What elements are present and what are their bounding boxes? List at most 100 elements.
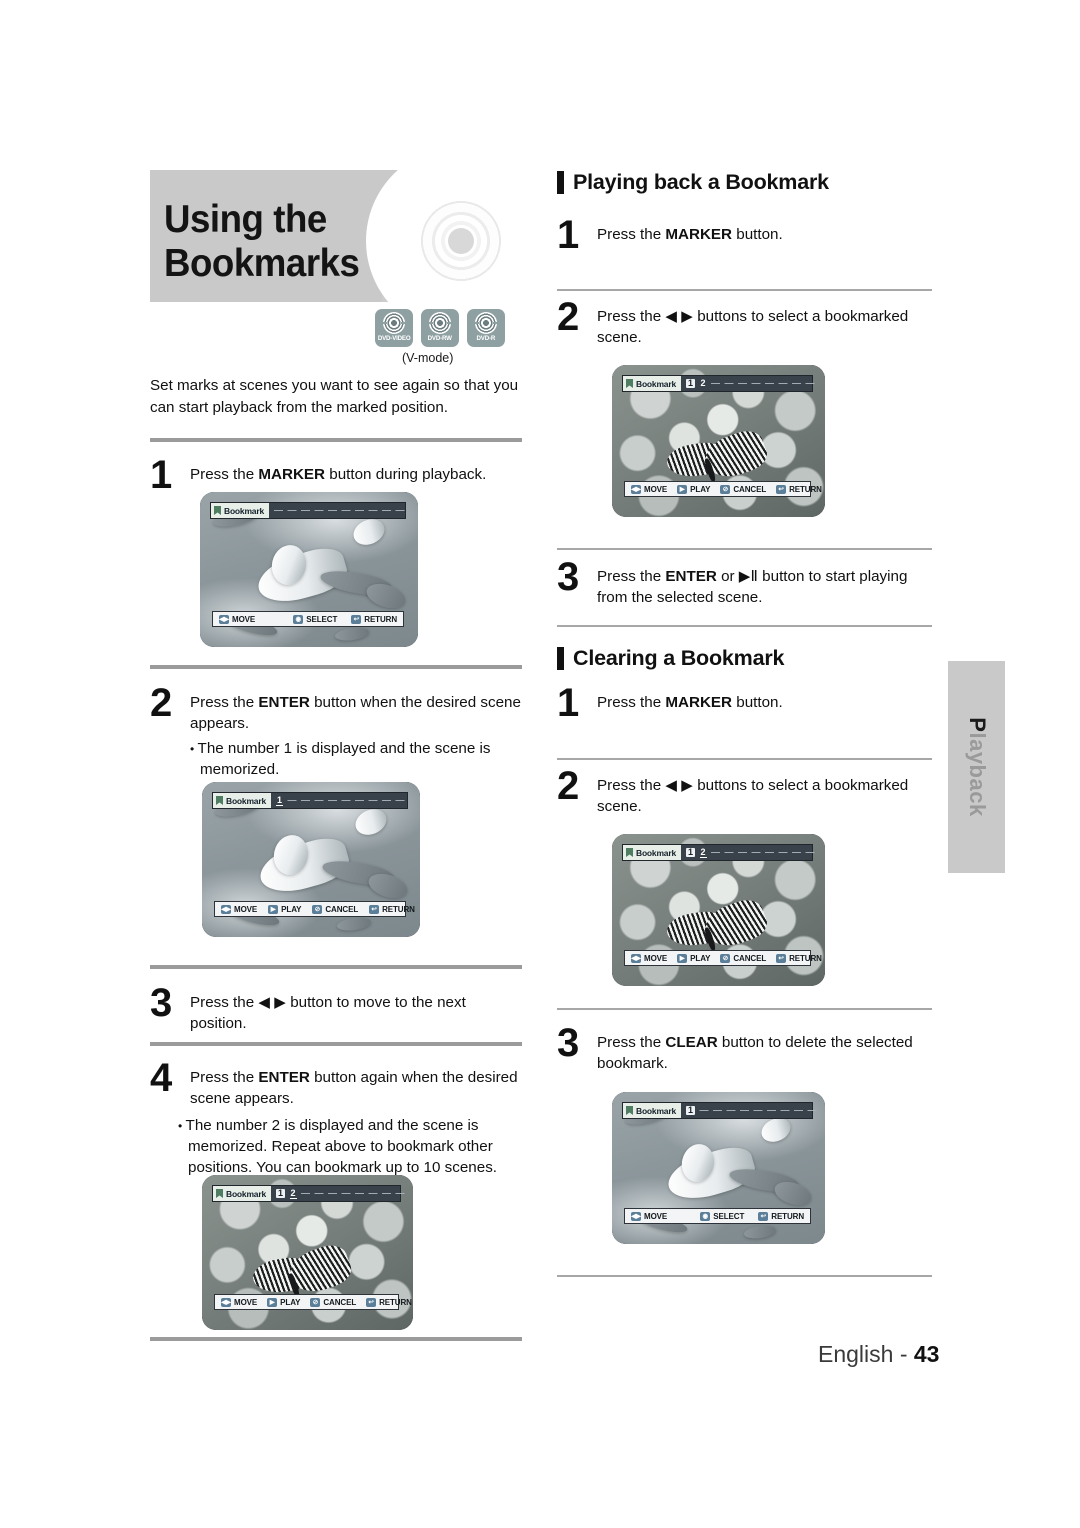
step-text: Press the ◀ ▶ buttons to select a bookma…	[597, 775, 932, 818]
right-s1-step-1: 1 Press the MARKER button.	[557, 215, 932, 255]
osd-screenshot-left-2: Bookmark 1 — — — — — — — — — ◀▶ MOVE ▶ P…	[202, 782, 420, 937]
select-icon: ◉	[700, 1211, 711, 1221]
return-icon: ↩	[369, 904, 380, 914]
step-text-emphasis: MARKER	[258, 466, 326, 483]
osd-slot: —	[314, 505, 324, 515]
return-icon: ↩	[351, 614, 362, 624]
osd-button-select[interactable]: ◉ SELECT	[700, 1211, 744, 1221]
osd-button-play[interactable]: ▶ PLAY	[267, 1297, 301, 1307]
disc-ring-icon	[383, 312, 405, 334]
osd-button-label: RETURN	[771, 1211, 804, 1221]
osd-slot: —	[794, 1105, 803, 1115]
osd-bookmark-slots: 1 — — — — — — — — —	[271, 793, 404, 808]
osd-slot: —	[354, 795, 364, 805]
osd-button-label: PLAY	[281, 904, 302, 914]
osd-bookmark-slots: 1 2 — — — — — — — —	[681, 376, 815, 391]
arrow-buttons-icon: ◀ ▶	[258, 994, 286, 1011]
manual-page: Playback Using the Bookmarks DVD-VIDEO D…	[0, 0, 1080, 1528]
osd-button-move[interactable]: ◀▶ MOVE	[219, 614, 255, 624]
step-number: 3	[557, 1021, 580, 1065]
osd-slot-selected: 1	[275, 1188, 285, 1198]
osd-button-select[interactable]: ◉ SELECT	[293, 614, 337, 624]
osd-slot: —	[301, 1188, 310, 1198]
osd-slot-selected: 1	[685, 1105, 695, 1115]
osd-slot: —	[765, 847, 774, 857]
move-icon: ◀▶	[219, 614, 229, 624]
osd-button-label: MOVE	[644, 484, 668, 494]
osd-button-return[interactable]: ↩ RETURN	[776, 484, 822, 494]
osd-button-bar: ◀▶ MOVE ◉ SELECT ↩ RETURN	[212, 611, 404, 627]
osd-slot: —	[738, 378, 747, 388]
osd-button-move[interactable]: ◀▶ MOVE	[631, 953, 667, 963]
step-text-part: button.	[732, 694, 783, 711]
arrow-buttons-icon: ◀ ▶	[665, 308, 693, 325]
osd-slot: —	[354, 505, 364, 515]
disc-logo-label: DVD-R	[476, 335, 496, 342]
cancel-icon: ⊘	[720, 484, 731, 494]
osd-button-move[interactable]: ◀▶ MOVE	[631, 484, 668, 494]
step-text-part: Press the	[597, 308, 666, 325]
step-bullet: • The number 2 is displayed and the scen…	[178, 1115, 522, 1179]
osd-button-label: PLAY	[690, 484, 711, 494]
osd-button-return[interactable]: ↩ RETURN	[776, 953, 822, 963]
osd-button-play[interactable]: ▶ PLAY	[677, 953, 710, 963]
osd-bookmark-tag: Bookmark	[211, 503, 269, 518]
osd-button-cancel[interactable]: ⊘ CANCEL	[312, 904, 359, 914]
osd-bookmark-slots: — — — — — — — — — —	[269, 503, 405, 518]
right-s2-step-2: 2 Press the ◀ ▶ buttons to select a book…	[557, 766, 932, 818]
osd-button-return[interactable]: ↩ RETURN	[758, 1211, 804, 1221]
bookmark-icon	[216, 796, 223, 805]
left-step-4: 4 Press the ENTER button again when the …	[150, 1058, 522, 1179]
side-tab-label: Playback	[964, 717, 990, 816]
step-number: 2	[557, 295, 580, 339]
osd-button-cancel[interactable]: ⊘ CANCEL	[720, 953, 766, 963]
osd-button-return[interactable]: ↩ RETURN	[351, 614, 397, 624]
osd-button-label: PLAY	[280, 1297, 301, 1307]
osd-button-label: RETURN	[379, 1297, 412, 1307]
return-icon: ↩	[776, 484, 787, 494]
step-bullet: • The number 1 is displayed and the scen…	[190, 738, 522, 781]
osd-button-label: CANCEL	[323, 1297, 357, 1307]
osd-button-cancel[interactable]: ⊘ CANCEL	[720, 484, 766, 494]
osd-button-bar: ◀▶ MOVE ▶ PLAY ⊘ CANCEL ↩ RETURN	[624, 481, 822, 497]
osd-screenshot-right-3: Bookmark 1 — — — — — — — — — ◀▶ MOVE ◉ S…	[612, 1092, 825, 1244]
step-text-part: Press the	[597, 226, 666, 243]
osd-slot: —	[738, 847, 747, 857]
osd-screenshot-right-1: Bookmark 1 2 — — — — — — — — ◀▶ MOVE ▶ P…	[612, 365, 825, 517]
osd-button-move[interactable]: ◀▶ MOVE	[631, 1211, 667, 1221]
right-s1-step-2: 2 Press the ◀ ▶ buttons to select a book…	[557, 295, 932, 349]
osd-button-play[interactable]: ▶ PLAY	[677, 484, 711, 494]
divider	[557, 758, 932, 760]
osd-button-move[interactable]: ◀▶ MOVE	[221, 904, 257, 914]
osd-slot: —	[328, 1188, 337, 1198]
osd-slot: —	[327, 505, 337, 515]
osd-button-return[interactable]: ↩ RETURN	[369, 904, 415, 914]
side-tab-playback: Playback	[948, 661, 1005, 873]
left-step-2: 2 Press the ENTER button when the desire…	[150, 681, 522, 781]
osd-button-play[interactable]: ▶ PLAY	[268, 904, 302, 914]
osd-bookmark-tag: Bookmark	[623, 1103, 681, 1118]
step-text: Press the ◀ ▶ button to move to the next…	[190, 992, 522, 1035]
osd-button-label: CANCEL	[325, 904, 359, 914]
osd-slot: —	[381, 505, 391, 515]
osd-bookmark-bar: Bookmark 1 — — — — — — — — —	[622, 1102, 817, 1119]
osd-slot: —	[368, 505, 378, 515]
disc-logo-dvd-rw: DVD-RW	[421, 309, 459, 347]
step-text: Press the MARKER button during playback.	[190, 464, 522, 485]
osd-slot: —	[381, 795, 391, 805]
osd-slot: —	[355, 1188, 364, 1198]
osd-screenshot-left-4: Bookmark 1 2 — — — — — — — — ◀▶ MOVE ▶ P…	[202, 1175, 413, 1330]
play-icon: ▶	[267, 1297, 278, 1307]
osd-button-return[interactable]: ↩ RETURN	[366, 1297, 412, 1307]
disc-logo-dvd-r: DVD-R	[467, 309, 505, 347]
step-number: 2	[150, 681, 173, 725]
osd-button-cancel[interactable]: ⊘ CANCEL	[310, 1297, 357, 1307]
right-s2-step-3: 3 Press the CLEAR button to delete the s…	[557, 1021, 932, 1075]
osd-slot: —	[314, 1188, 324, 1198]
osd-slot: —	[753, 1105, 763, 1115]
osd-button-move[interactable]: ◀▶ MOVE	[221, 1297, 257, 1307]
intro-paragraph: Set marks at scenes you want to see agai…	[150, 377, 519, 416]
cancel-icon: ⊘	[312, 904, 323, 914]
step-text-emphasis: MARKER	[665, 694, 733, 711]
osd-screenshot-right-2: Bookmark 1 2 — — — — — — — — ◀▶ MOVE ▶ P…	[612, 834, 825, 986]
